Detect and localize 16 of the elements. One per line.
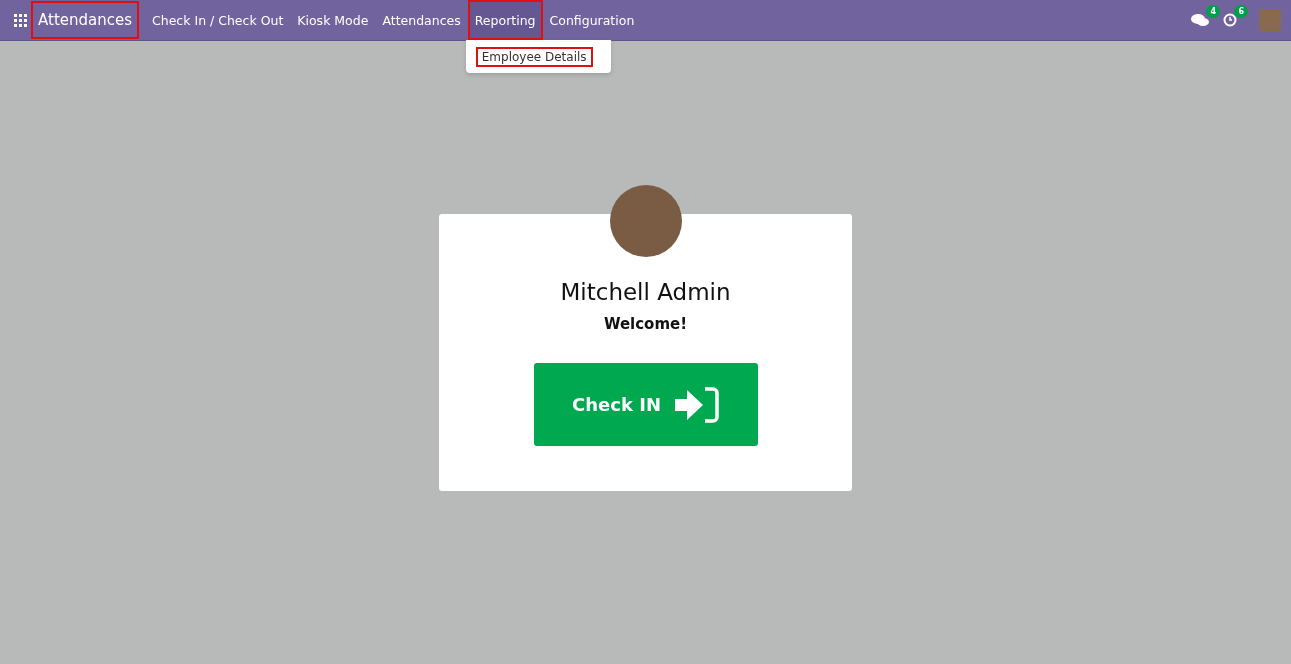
employee-name: Mitchell Admin bbox=[560, 279, 731, 305]
sign-in-icon bbox=[674, 386, 719, 423]
messages-count: 4 bbox=[1206, 5, 1220, 18]
activities-count: 6 bbox=[1234, 5, 1248, 18]
chat-icon[interactable] bbox=[1191, 13, 1209, 27]
menu-item[interactable]: Attendances bbox=[375, 0, 468, 40]
menu-item[interactable]: Kiosk Mode bbox=[290, 0, 376, 40]
check-in-button[interactable]: Check IN bbox=[533, 363, 758, 446]
welcome-text: Welcome! bbox=[603, 315, 688, 333]
app-grid-icon[interactable] bbox=[14, 13, 27, 27]
clock-icon[interactable] bbox=[1223, 13, 1237, 27]
menu-item[interactable]: Reporting bbox=[467, 0, 543, 40]
menu-item[interactable]: Check In / Check Out bbox=[145, 0, 291, 40]
app-title[interactable]: Attendances bbox=[33, 3, 137, 37]
dropdown-item[interactable]: Employee Details bbox=[477, 49, 591, 65]
menu-item[interactable]: Configuration bbox=[542, 0, 642, 40]
